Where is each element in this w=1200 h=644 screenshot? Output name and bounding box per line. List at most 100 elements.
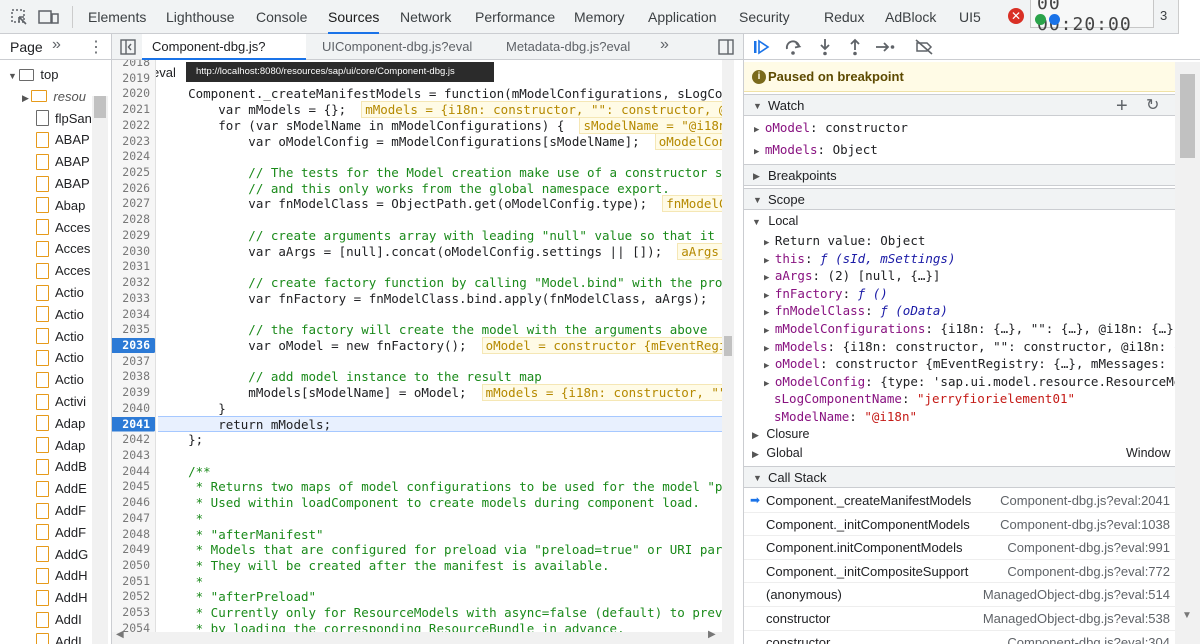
frame-location[interactable]: ManagedObject-dbg.js?eval:538 [983,607,1170,631]
code-line[interactable]: * Currently only for ResourceModels with… [158,605,733,621]
code-line[interactable]: var oModelConfig = mModelConfigurations[… [158,132,733,150]
line-number[interactable]: 2021 [122,102,150,118]
line-number[interactable]: 2045 [122,479,150,495]
code-line[interactable]: var fnFactory = fnModelClass.bind.apply(… [158,289,733,307]
navigator-scrollbar[interactable] [92,96,108,644]
code-line[interactable]: // and this only works from the global n… [158,181,669,197]
line-number[interactable]: 2034 [122,307,150,323]
line-number[interactable]: 2044 [122,464,150,480]
tree-item[interactable]: Actio [36,282,84,304]
tree-item[interactable]: Acces [36,217,90,239]
tab-redux[interactable]: Redux [824,0,864,34]
line-number[interactable]: 2030 [122,244,150,260]
tree-item[interactable]: AddH [36,565,88,587]
scope-item[interactable]: ▶ mModelConfigurations: {i18n: {…}, "": … [764,320,1181,338]
tree-item[interactable]: AddB [36,456,87,478]
tab-console[interactable]: Console [256,0,307,34]
scope-item[interactable]: ▶ mModels: {i18n: constructor, "": const… [764,338,1196,356]
scrollbar-thumb[interactable] [724,336,732,356]
line-number[interactable]: 2020 [122,86,150,102]
code-line[interactable]: // the factory will create the model wit… [158,322,707,338]
line-number[interactable]: 2050 [122,558,150,574]
scope-item[interactable]: ▶ Return value: Object [764,232,925,250]
line-number-gutter[interactable]: 2018 2019 2020 2021 2022 2023 2024 2025 2026 2027… [112,60,156,644]
line-number[interactable]: 2047 [122,511,150,527]
scroll-left-icon[interactable]: ◀ [116,629,124,640]
watch-section-header[interactable]: ▼ Watch + ↻ [744,94,1176,117]
menu-dots-icon[interactable]: ⋮ [88,37,104,57]
tree-item[interactable]: ▶ resou [22,86,86,108]
frame-location[interactable]: Component-dbg.js?eval:991 [1007,536,1170,560]
scope-item[interactable]: sLogComponentName: "jerryfiorielement01" [774,390,1075,408]
code-line[interactable]: for (var sModelName in mModelConfigurati… [158,116,733,134]
code-line[interactable]: * [158,574,204,590]
error-icon[interactable]: ✕ [1008,8,1024,24]
line-number[interactable]: 2023 [122,134,150,150]
tree-item[interactable]: Actio [36,326,84,348]
scope-item[interactable]: ▶ oModel: constructor {mEventRegistry: {… [764,355,1196,373]
tab-memory[interactable]: Memory [574,0,625,34]
line-number[interactable]: 2052 [122,589,150,605]
scope-item[interactable]: ▶ fnFactory: ƒ () [764,285,888,303]
line-number[interactable]: 2053 [122,605,150,621]
local-scope-toggle[interactable]: ▼ Local [752,213,798,231]
tree-item[interactable]: Abap [36,195,85,217]
scrollbar-thumb[interactable] [1180,74,1195,158]
resume-icon[interactable] [752,38,770,56]
tree-item[interactable]: AddE [36,478,87,500]
line-number[interactable]: 2037 [122,354,150,370]
code-line[interactable]: } [158,401,226,417]
code-line[interactable]: // add model instance to the result map [158,369,542,385]
frame-location[interactable]: Component-dbg.js?eval:1038 [1000,513,1170,537]
tab-page[interactable]: Page [10,39,43,55]
code-line[interactable]: var oModel = new fnFactory(); oModel = c… [158,336,733,354]
code-line[interactable]: * "afterPreload" [158,589,316,605]
code-line[interactable]: Component._createManifestModels = functi… [158,86,733,102]
line-number[interactable]: 2018 [122,60,150,71]
scope-item[interactable]: ▶ aArgs: (2) [null, {…}] [764,267,940,285]
code-line[interactable]: // The tests for the Model creation make… [158,165,733,181]
line-number[interactable]: 2043 [122,448,150,464]
code-line[interactable]: // create arguments array with leading "… [158,228,733,244]
line-number[interactable]: 2038 [122,369,150,385]
code-line[interactable]: * "afterManifest" [158,527,324,543]
tree-item[interactable]: Activi [36,391,86,413]
deactivate-breakpoints-icon[interactable] [914,38,934,56]
code-line[interactable]: var fnModelClass = ObjectPath.get(oModel… [158,195,733,213]
tab-security[interactable]: Security [739,0,790,34]
scope-section-header[interactable]: ▼ Scope [744,188,1176,210]
breakpoints-section-header[interactable]: ▶ Breakpoints [744,164,1176,186]
code-line[interactable]: mModels[sModelName] = oModel; mModels = … [158,384,733,402]
line-number[interactable]: 2048 [122,527,150,543]
code-line[interactable]: return mModels; [158,417,331,433]
line-number[interactable]: 2040 [122,401,150,417]
editor-hscrollbar[interactable]: ◀ ▶ [112,629,722,644]
line-number[interactable]: 2032 [122,275,150,291]
line-number[interactable]: 2031 [122,259,150,275]
step-into-icon[interactable] [816,38,834,56]
step-icon[interactable] [874,38,896,56]
code-line[interactable]: * Returns two maps of model configuratio… [158,479,733,495]
tab-lighthouse[interactable]: Lighthouse [166,0,235,34]
refresh-icon[interactable]: ↻ [1146,95,1159,117]
callstack-frame[interactable]: Component.initComponentModels Component-d… [744,536,1176,560]
stop-icon[interactable] [1049,14,1060,25]
code-area[interactable]: Component._createManifestModels = functi… [158,60,733,644]
step-out-icon[interactable] [846,38,864,56]
code-line[interactable]: }; [158,432,203,448]
line-number[interactable]: 2035 [122,322,150,338]
device-toolbar-icon[interactable] [38,8,60,26]
line-number[interactable]: 2046 [122,495,150,511]
add-watch-icon[interactable]: + [1116,95,1128,117]
tree-item[interactable]: ABAP [36,129,90,151]
closure-scope-toggle[interactable]: ▶ Closure [752,426,809,444]
scope-item[interactable]: ▶ this: ƒ (sId, mSettings) [764,250,955,268]
tab-sources[interactable]: Sources [328,0,380,34]
frame-location[interactable]: ManagedObject-dbg.js?eval:514 [983,583,1170,607]
tree-item[interactable]: ABAP [36,173,90,195]
breakpoint-marker[interactable]: 2041 [112,416,155,432]
tree-item[interactable]: ABAP [36,151,90,173]
line-number[interactable]: 2019 [122,71,150,87]
tab-network[interactable]: Network [400,0,451,34]
toggle-navigator-icon[interactable] [120,39,136,55]
